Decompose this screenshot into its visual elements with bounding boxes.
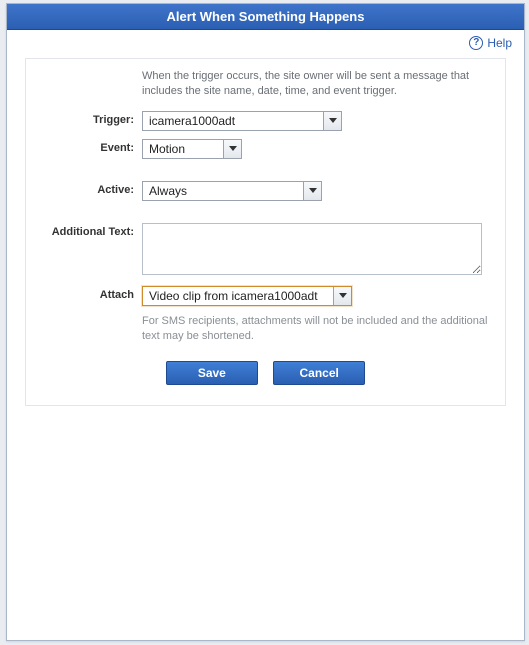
- cancel-button[interactable]: Cancel: [273, 361, 365, 385]
- event-select-value: Motion: [149, 142, 185, 156]
- chevron-down-icon: [303, 182, 321, 200]
- label-attach: Attach: [42, 286, 142, 301]
- active-select-value: Always: [149, 184, 187, 198]
- form-panel: When the trigger occurs, the site owner …: [25, 58, 506, 406]
- label-additional-text: Additional Text:: [42, 223, 142, 238]
- attach-select-value: Video clip from icamera1000adt: [149, 289, 318, 303]
- save-button[interactable]: Save: [166, 361, 258, 385]
- row-event: Event: Motion: [42, 139, 489, 159]
- help-link[interactable]: ? Help: [469, 36, 512, 50]
- chevron-down-icon: [223, 140, 241, 158]
- chevron-down-icon: [333, 287, 351, 305]
- dialog-window: Alert When Something Happens ? Help When…: [6, 3, 525, 641]
- help-row: ? Help: [7, 30, 524, 50]
- trigger-select-value: icamera1000adt: [149, 114, 235, 128]
- active-select[interactable]: Always: [142, 181, 322, 201]
- help-label: Help: [487, 36, 512, 50]
- button-row: Save Cancel: [42, 361, 489, 385]
- label-trigger: Trigger:: [42, 111, 142, 126]
- row-trigger: Trigger: icamera1000adt: [42, 111, 489, 131]
- dialog-title: Alert When Something Happens: [7, 4, 524, 30]
- label-active: Active:: [42, 181, 142, 196]
- row-additional-text: Additional Text:: [42, 223, 489, 278]
- trigger-select[interactable]: icamera1000adt: [142, 111, 342, 131]
- attach-hint: For SMS recipients, attachments will not…: [142, 314, 489, 344]
- event-select[interactable]: Motion: [142, 139, 242, 159]
- attach-select[interactable]: Video clip from icamera1000adt: [142, 286, 352, 306]
- help-icon: ?: [469, 36, 483, 50]
- row-active: Active: Always: [42, 181, 489, 201]
- label-event: Event:: [42, 139, 142, 154]
- additional-text-input[interactable]: [142, 223, 482, 275]
- chevron-down-icon: [323, 112, 341, 130]
- row-attach: Attach Video clip from icamera1000adt: [42, 286, 489, 306]
- description-text: When the trigger occurs, the site owner …: [142, 69, 489, 99]
